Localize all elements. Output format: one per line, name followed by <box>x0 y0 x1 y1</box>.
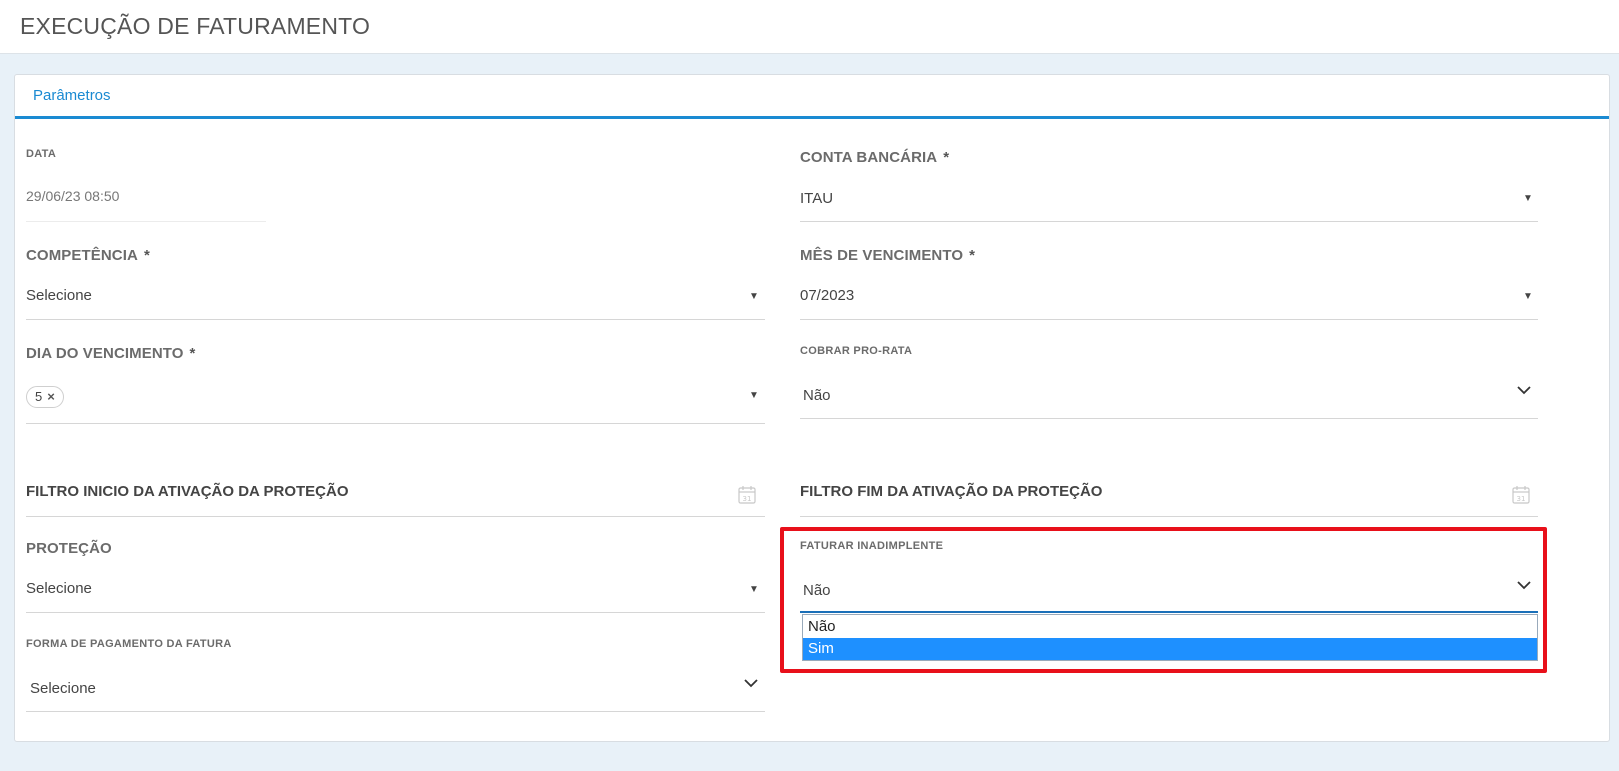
filtro-inicio-date-field[interactable]: FILTRO INICIO DA ATIVAÇÃO DA PROTEÇÃO 31 <box>26 480 765 518</box>
remove-chip-icon[interactable]: × <box>47 389 55 404</box>
caret-down-icon: ▼ <box>749 390 759 401</box>
chevron-down-icon <box>743 678 759 688</box>
mes-vencimento-select[interactable]: MÊS DE VENCIMENTO * 07/2023 ▼ <box>800 245 1538 321</box>
forma-pagamento-value: Selecione <box>30 680 96 697</box>
forma-pagamento-label: FORMA DE PAGAMENTO DA FATURA <box>26 638 232 650</box>
dia-vencimento-label: DIA DO VENCIMENTO * <box>26 345 196 362</box>
caret-down-icon: ▼ <box>749 291 759 302</box>
chevron-down-icon <box>1516 385 1532 395</box>
svg-text:31: 31 <box>1517 495 1526 503</box>
competencia-value: Selecione <box>26 287 92 304</box>
mes-vencimento-label: MÊS DE VENCIMENTO * <box>800 247 976 264</box>
data-value: 29/06/23 08:50 <box>26 188 120 204</box>
forma-pagamento-select[interactable]: FORMA DE PAGAMENTO DA FATURA Selecione <box>26 636 765 713</box>
cobrar-pro-rata-label: COBRAR PRO-RATA <box>800 345 913 357</box>
protecao-value: Selecione <box>26 580 92 597</box>
conta-bancaria-label: CONTA BANCÁRIA * <box>800 149 950 166</box>
highlight-box <box>780 527 1547 673</box>
protecao-select[interactable]: PROTEÇÃO Selecione ▼ <box>26 538 765 614</box>
caret-down-icon: ▼ <box>1523 291 1533 302</box>
conta-bancaria-select[interactable]: CONTA BANCÁRIA * ITAU ▼ <box>800 146 1538 223</box>
competencia-select[interactable]: COMPETÊNCIA * Selecione ▼ <box>26 245 765 321</box>
cobrar-pro-rata-select[interactable]: COBRAR PRO-RATA Não <box>800 343 1538 420</box>
filtro-fim-label: FILTRO FIM DA ATIVAÇÃO DA PROTEÇÃO <box>800 483 1103 500</box>
page-title: EXECUÇÃO DE FATURAMENTO <box>20 13 371 39</box>
cobrar-pro-rata-value: Não <box>803 387 831 404</box>
tab-bar: Parâmetros <box>15 75 1609 119</box>
data-label: DATA <box>26 148 57 160</box>
conta-bancaria-value: ITAU <box>800 190 834 207</box>
mes-vencimento-value: 07/2023 <box>800 287 855 304</box>
svg-text:31: 31 <box>743 495 752 503</box>
data-field: DATA 29/06/23 08:50 <box>26 146 266 223</box>
caret-down-icon: ▼ <box>1523 193 1533 204</box>
caret-down-icon: ▼ <box>749 584 759 595</box>
calendar-icon[interactable]: 31 <box>1512 485 1530 504</box>
tab-parametros[interactable]: Parâmetros <box>33 87 111 104</box>
filtro-fim-date-field[interactable]: FILTRO FIM DA ATIVAÇÃO DA PROTEÇÃO 31 <box>800 480 1538 518</box>
chip-dia-5: 5 × <box>26 386 64 408</box>
competencia-label: COMPETÊNCIA * <box>26 247 150 264</box>
calendar-icon[interactable]: 31 <box>738 485 756 504</box>
protecao-label: PROTEÇÃO <box>26 540 112 557</box>
filtro-inicio-label: FILTRO INICIO DA ATIVAÇÃO DA PROTEÇÃO <box>26 483 349 500</box>
page-header: EXECUÇÃO DE FATURAMENTO <box>0 0 1619 54</box>
dia-vencimento-multiselect[interactable]: DIA DO VENCIMENTO * 5 × ▼ <box>26 343 765 425</box>
